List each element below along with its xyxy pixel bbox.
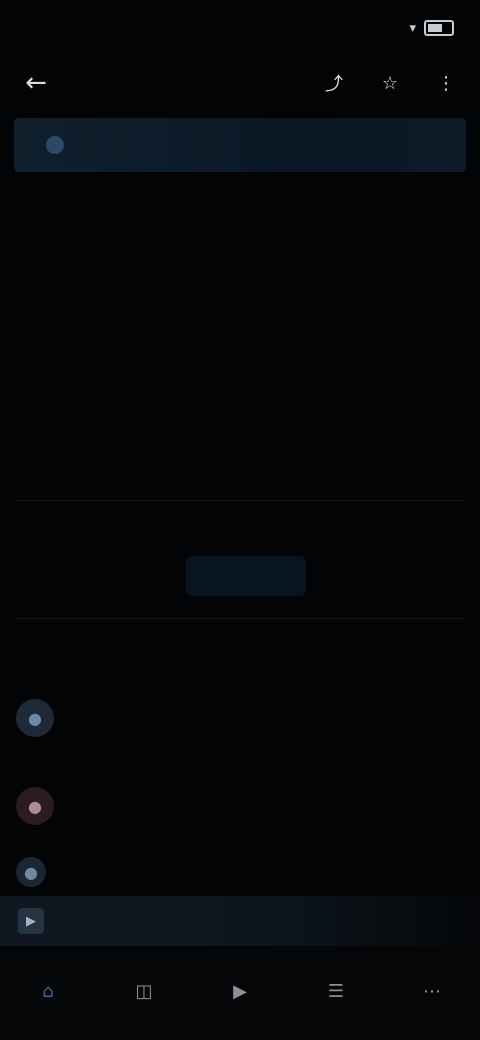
scores-icon: ◫	[135, 980, 153, 1002]
nav-item-more[interactable]: ⋯	[416, 975, 448, 1011]
avatar: ●	[16, 857, 46, 887]
nav-item-scores[interactable]: ◫	[128, 975, 160, 1011]
more-icon[interactable]: ⋮	[428, 65, 464, 101]
bottom-nav: ⌂ ◫ ▶ ☰ ⋯	[0, 946, 480, 1040]
divider	[14, 500, 466, 501]
app-screen: ▾ ← ⤴ ☆ ⋮ ● ● ● ▶ ⌂ ◫ ▶ ☰ ⋯	[0, 0, 480, 1040]
score-box	[222, 330, 322, 440]
news-icon: ☰	[327, 980, 345, 1002]
list-item[interactable]: ●	[16, 770, 464, 842]
back-arrow-icon[interactable]: ←	[16, 63, 56, 103]
share-icon[interactable]: ⤴	[316, 65, 352, 101]
avatar: ●	[16, 699, 54, 737]
cta-button[interactable]	[186, 556, 306, 596]
wifi-icon: ▾	[409, 20, 416, 36]
nav-item-news[interactable]: ☰	[320, 975, 352, 1011]
period-row	[0, 238, 480, 282]
divider	[14, 618, 466, 619]
nav-item-watch[interactable]: ▶	[224, 975, 256, 1011]
banner-badge-icon	[46, 136, 64, 154]
watch-icon: ▶	[233, 980, 247, 1002]
status-bar: ▾	[0, 0, 480, 56]
more-icon: ⋯	[423, 980, 441, 1002]
list-item[interactable]: ●	[16, 682, 464, 754]
home-icon: ⌂	[42, 980, 54, 1002]
tab-bar	[0, 186, 480, 228]
battery-icon	[424, 20, 454, 36]
star-icon[interactable]: ☆	[372, 65, 408, 101]
status-right: ▾	[401, 20, 454, 36]
avatar: ●	[16, 787, 54, 825]
app-bar: ← ⤴ ☆ ⋮	[0, 56, 480, 110]
list-item[interactable]: ●	[16, 848, 464, 896]
play-icon[interactable]: ▶	[18, 908, 44, 934]
mini-player[interactable]: ▶	[0, 896, 480, 946]
nav-item-home[interactable]: ⌂	[32, 975, 64, 1011]
match-banner[interactable]	[14, 118, 466, 172]
